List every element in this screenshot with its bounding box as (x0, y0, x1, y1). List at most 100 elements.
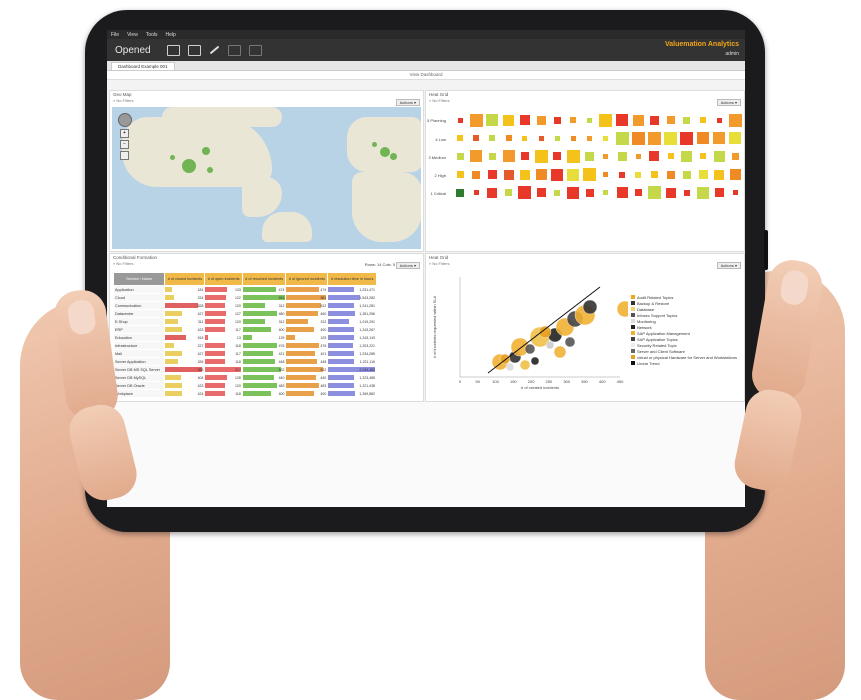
share-icon[interactable] (248, 44, 262, 56)
heat-cell[interactable] (486, 114, 499, 126)
heat-cell[interactable] (570, 135, 576, 141)
heat-cell[interactable] (729, 169, 741, 181)
heat-cell[interactable] (567, 168, 580, 181)
table-row[interactable]: ERP 423 117 400 400 1,243,267 (112, 325, 377, 334)
heat-cell[interactable] (570, 117, 577, 123)
heat-cell[interactable] (553, 116, 561, 124)
column-header[interactable]: # resolution time in hours (327, 272, 377, 286)
heat-cell[interactable] (535, 169, 547, 181)
heat-cell[interactable] (456, 188, 464, 197)
table-row[interactable]: Mail 427 117 421 421 1,234,285 (112, 349, 377, 358)
bubble-chart[interactable]: 0 50 100 150 200 250 300 350 400 450 # of created … (428, 271, 628, 399)
legend-item[interactable]: virtual or physical Hardware for Server … (631, 354, 737, 360)
heat-cell[interactable] (585, 188, 594, 197)
preview-icon[interactable] (227, 44, 241, 56)
map-marker[interactable] (182, 159, 196, 173)
heat-cell[interactable] (682, 170, 691, 179)
heat-cell[interactable] (700, 117, 706, 123)
heat-cell[interactable] (487, 170, 497, 180)
heat-cell[interactable] (603, 135, 609, 141)
map-marker[interactable] (390, 153, 397, 160)
world-map[interactable]: + − (112, 107, 421, 249)
heat-cell[interactable] (714, 169, 725, 180)
heat-cell[interactable] (729, 132, 742, 145)
heat-cell[interactable] (732, 190, 738, 196)
heat-cell[interactable] (680, 131, 694, 145)
heat-cell[interactable] (728, 113, 742, 127)
column-header[interactable]: # of closed incidents (164, 272, 206, 286)
heat-cell[interactable] (599, 113, 613, 127)
heat-cell[interactable] (681, 150, 693, 162)
heat-cell[interactable] (647, 131, 661, 145)
heat-cell[interactable] (731, 152, 739, 160)
heat-cell[interactable] (603, 190, 609, 196)
heat-cell[interactable] (520, 152, 529, 161)
actions-button[interactable]: Actions ▾ (716, 99, 741, 106)
heat-cell[interactable] (457, 135, 463, 142)
heat-cell[interactable] (666, 116, 675, 124)
heat-cell[interactable] (714, 188, 724, 198)
heat-cell[interactable] (683, 189, 690, 196)
heat-cell[interactable] (587, 117, 593, 123)
column-header[interactable]: Service / Name (112, 272, 166, 286)
heat-cell[interactable] (488, 152, 496, 160)
map-marker[interactable] (372, 142, 377, 147)
tab-dashboard[interactable]: Dashboard Example 001 (111, 62, 175, 70)
heat-cell[interactable] (635, 153, 641, 159)
heat-cell[interactable] (713, 150, 725, 162)
legend-item[interactable]: Linear Trend (631, 360, 737, 366)
export-icon[interactable] (187, 44, 201, 56)
heat-cell[interactable] (697, 132, 709, 145)
layers-icon[interactable] (120, 151, 129, 160)
filter-label[interactable]: » No Filters (426, 98, 744, 103)
heat-cell[interactable] (538, 135, 544, 141)
actions-button[interactable]: Actions ▾ (395, 99, 420, 106)
map-marker[interactable] (202, 147, 210, 155)
heat-cell[interactable] (665, 187, 676, 198)
heat-cell[interactable] (631, 131, 645, 145)
heat-cell[interactable] (487, 187, 498, 198)
heat-cell[interactable] (664, 131, 678, 145)
table-row[interactable]: Server Application 326 118 448 448 1,221,116 (112, 357, 377, 366)
table-row[interactable]: Cloud 224 122 591 581 1,543,282 (112, 293, 377, 302)
table-row[interactable]: Education 515 13 125 125 1,243,143 (112, 333, 377, 342)
heat-cell[interactable] (551, 168, 564, 181)
menu-file[interactable]: File (111, 32, 119, 38)
heat-cell[interactable] (505, 135, 512, 142)
menu-view[interactable]: View (127, 32, 138, 38)
table-row[interactable]: Infrastructure 227 118 476 476 1,203,221 (112, 341, 377, 350)
column-header[interactable]: # of ignored incidents (285, 272, 329, 286)
zoom-in-icon[interactable]: + (120, 129, 129, 138)
heat-cell[interactable] (583, 168, 597, 182)
heat-cell[interactable] (697, 186, 709, 199)
heat-cell[interactable] (472, 170, 481, 179)
menu-help[interactable]: Help (166, 32, 176, 38)
heat-cell[interactable] (489, 135, 496, 142)
heat-cell[interactable] (567, 186, 580, 199)
open-folder-icon[interactable] (166, 44, 180, 56)
heat-cell[interactable] (635, 171, 642, 178)
heat-cell[interactable] (456, 171, 464, 179)
heat-cell[interactable] (619, 171, 625, 178)
heat-cell[interactable] (603, 172, 609, 178)
heat-cell[interactable] (503, 169, 514, 180)
heat-cell[interactable] (566, 149, 580, 163)
table-row[interactable]: Application 181 133 474 474 1,231,471 (112, 285, 377, 294)
heat-cell[interactable] (632, 114, 644, 126)
menu-tools[interactable]: Tools (146, 32, 158, 38)
map-marker[interactable] (380, 147, 390, 157)
heat-cell[interactable] (554, 135, 560, 141)
table-row[interactable]: E-Shop 311 120 312 312 1,019,291 (112, 317, 377, 326)
table-row[interactable]: Datacenter 427 127 480 460 1,281,256 (112, 309, 377, 318)
heat-cell[interactable] (616, 114, 628, 126)
heat-cell[interactable] (473, 190, 479, 196)
heat-cell[interactable] (683, 116, 691, 124)
heat-cell[interactable] (616, 187, 628, 199)
heat-cell[interactable] (553, 152, 562, 161)
pan-compass-icon[interactable] (118, 113, 132, 127)
heat-cell[interactable] (666, 170, 675, 179)
user-name[interactable]: admin (725, 51, 739, 57)
heat-cell[interactable] (700, 153, 706, 160)
heat-cell[interactable] (519, 169, 530, 180)
table-row[interactable]: Server DB MySQL 404 128 440 440 1,223,485 (112, 373, 377, 382)
